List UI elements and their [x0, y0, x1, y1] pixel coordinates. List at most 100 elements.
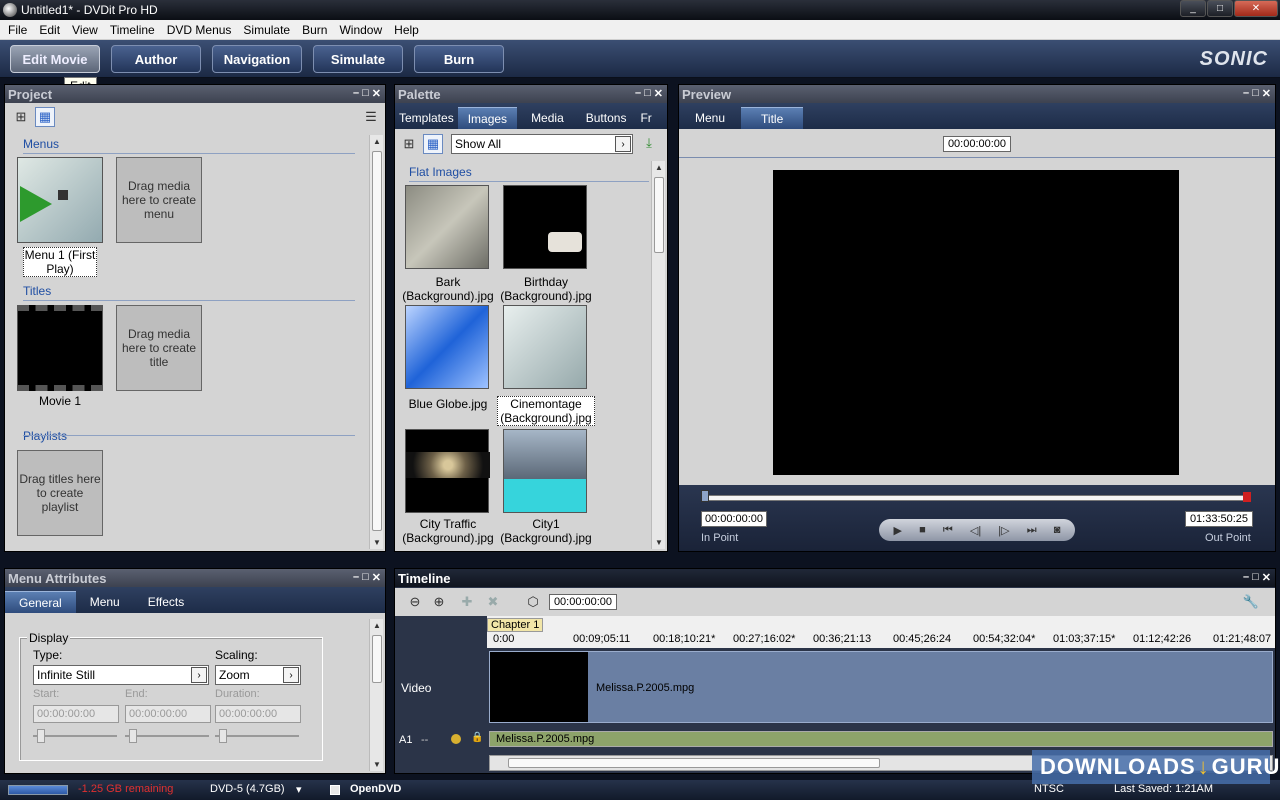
menu-burn[interactable]: Burn [296, 23, 333, 37]
menu-edit[interactable]: Edit [33, 23, 66, 37]
audio-clip[interactable]: Melissa.P.2005.mpg [489, 731, 1273, 747]
birthday-thumbnail[interactable] [503, 185, 587, 269]
skip-forward-icon[interactable]: ⏭ [1027, 524, 1037, 537]
type-select[interactable]: Infinite Still › [33, 665, 209, 685]
panel-maximize-icon[interactable]: □ [362, 87, 369, 100]
minimize-button[interactable]: _ [1180, 0, 1206, 17]
panel-maximize-icon[interactable]: □ [1252, 571, 1259, 584]
drag-title-dropzone[interactable]: Drag media here to create title [116, 305, 202, 391]
menu-dvd-menus[interactable]: DVD Menus [161, 23, 238, 37]
panel-close-icon[interactable]: ✕ [1262, 87, 1271, 100]
tree-view-icon[interactable]: ⊞ [11, 107, 31, 127]
disc-type-select[interactable]: DVD-5 (4.7GB) [210, 783, 285, 795]
tab-frames[interactable]: Fr [634, 107, 657, 129]
list-options-icon[interactable]: ☰ [361, 107, 381, 127]
cinemontage-thumbnail[interactable] [503, 305, 587, 389]
tab-general[interactable]: General [5, 591, 76, 613]
palette-filter-select[interactable]: Show All › [451, 134, 633, 154]
chevron-down-icon[interactable]: ▾ [296, 783, 302, 796]
panel-maximize-icon[interactable]: □ [362, 571, 369, 584]
marker-icon[interactable]: ⬡ [523, 592, 543, 612]
panel-close-icon[interactable]: ✕ [654, 87, 663, 100]
menu1-caption[interactable]: Menu 1 (First Play) [23, 247, 97, 277]
import-folder-icon[interactable]: ⤓ [639, 133, 659, 153]
step-back-icon[interactable]: ◁| [970, 524, 981, 537]
chapter-marker[interactable]: Chapter 1 [487, 618, 544, 632]
attributes-scrollbar[interactable]: ▲ ▼ [369, 619, 383, 771]
panel-minimize-icon[interactable]: – [635, 87, 641, 100]
skip-back-icon[interactable]: ⏮ [943, 524, 953, 537]
tab-templates[interactable]: Templates [395, 107, 458, 129]
menu-file[interactable]: File [2, 23, 33, 37]
tab-menu-attr[interactable]: Menu [76, 591, 134, 613]
panel-minimize-icon[interactable]: – [353, 571, 359, 584]
attributes-tabs: General Menu Effects [5, 587, 385, 613]
maximize-button[interactable]: □ [1207, 0, 1233, 17]
burn-button[interactable]: Burn [414, 45, 504, 73]
in-point-field[interactable]: 00:00:00:00 [701, 511, 767, 527]
panel-maximize-icon[interactable]: □ [644, 87, 651, 100]
palette-scrollbar[interactable]: ▲ ▼ [651, 161, 665, 549]
edit-movie-button[interactable]: Edit Movie [10, 45, 100, 73]
video-clip[interactable]: Melissa.P.2005.mpg [489, 651, 1273, 723]
panel-close-icon[interactable]: ✕ [1262, 571, 1271, 584]
menu-simulate[interactable]: Simulate [237, 23, 296, 37]
add-chapter-icon[interactable]: ✚ [457, 592, 477, 612]
zoom-out-icon[interactable]: ⊖ [405, 592, 425, 612]
out-point-field[interactable]: 01:33:50:25 [1185, 511, 1253, 527]
panel-close-icon[interactable]: ✕ [372, 87, 381, 100]
checkbox[interactable] [330, 785, 340, 795]
lock-icon[interactable]: 🔒 [471, 732, 483, 743]
simulate-button[interactable]: Simulate [313, 45, 403, 73]
end-timecode-field: 00:00:00:00 [125, 705, 211, 723]
blue-globe-thumbnail[interactable] [405, 305, 489, 389]
thumbnail-view-icon[interactable]: ▦ [35, 107, 55, 127]
audio-channel-select[interactable]: -- [421, 734, 428, 746]
thumbnail-view-icon[interactable]: ▦ [423, 134, 443, 154]
scrub-handle-out[interactable] [1243, 492, 1251, 502]
scaling-select[interactable]: Zoom › [215, 665, 301, 685]
project-scrollbar[interactable]: ▲ ▼ [369, 135, 383, 549]
menu-window[interactable]: Window [333, 23, 388, 37]
panel-maximize-icon[interactable]: □ [1252, 87, 1259, 100]
timeline-timecode[interactable]: 00:00:00:00 [549, 594, 617, 610]
bark-caption: Bark (Background).jpg [402, 275, 494, 303]
panel-minimize-icon[interactable]: – [1243, 571, 1249, 584]
step-forward-icon[interactable]: |▷ [998, 524, 1009, 537]
remove-chapter-icon[interactable]: ✖ [483, 592, 503, 612]
scrub-handle-in[interactable] [701, 490, 709, 502]
author-button[interactable]: Author [111, 45, 201, 73]
panel-minimize-icon[interactable]: – [353, 87, 359, 100]
zoom-in-icon[interactable]: ⊕ [429, 592, 449, 612]
drag-menu-dropzone[interactable]: Drag media here to create menu [116, 157, 202, 243]
menu-help[interactable]: Help [388, 23, 425, 37]
tab-menu[interactable]: Menu [679, 107, 741, 129]
tree-view-icon[interactable]: ⊞ [399, 134, 419, 154]
panel-close-icon[interactable]: ✕ [372, 571, 381, 584]
movie1-thumbnail[interactable] [17, 305, 103, 391]
navigation-button[interactable]: Navigation [212, 45, 302, 73]
bark-thumbnail[interactable] [405, 185, 489, 269]
city-traffic-thumbnail[interactable] [405, 429, 490, 513]
city1-thumbnail[interactable] [503, 429, 587, 513]
panel-minimize-icon[interactable]: – [1243, 87, 1249, 100]
menu-view[interactable]: View [66, 23, 104, 37]
duration-label: Duration: [215, 688, 260, 700]
play-icon[interactable]: ▶ [894, 524, 902, 537]
wrench-icon[interactable]: 🔧 [1241, 592, 1261, 612]
tab-buttons[interactable]: Buttons [578, 107, 635, 129]
drag-playlist-dropzone[interactable]: Drag titles here to create playlist [17, 450, 103, 536]
tab-media[interactable]: Media [517, 107, 578, 129]
camera-icon[interactable]: ◙ [1054, 524, 1061, 536]
start-slider [33, 729, 117, 743]
menu1-thumbnail[interactable] [17, 157, 103, 243]
tab-title[interactable]: Title [741, 107, 804, 129]
preview-scrub-bar[interactable] [703, 495, 1249, 501]
tab-images[interactable]: Images [457, 107, 518, 129]
audio-status-icon[interactable] [451, 734, 461, 744]
close-button[interactable]: ✕ [1234, 0, 1278, 17]
tab-effects[interactable]: Effects [134, 591, 198, 613]
preview-panel-header: Preview – □ ✕ [679, 85, 1275, 103]
menu-timeline[interactable]: Timeline [104, 23, 161, 37]
stop-icon[interactable]: ■ [919, 524, 926, 536]
